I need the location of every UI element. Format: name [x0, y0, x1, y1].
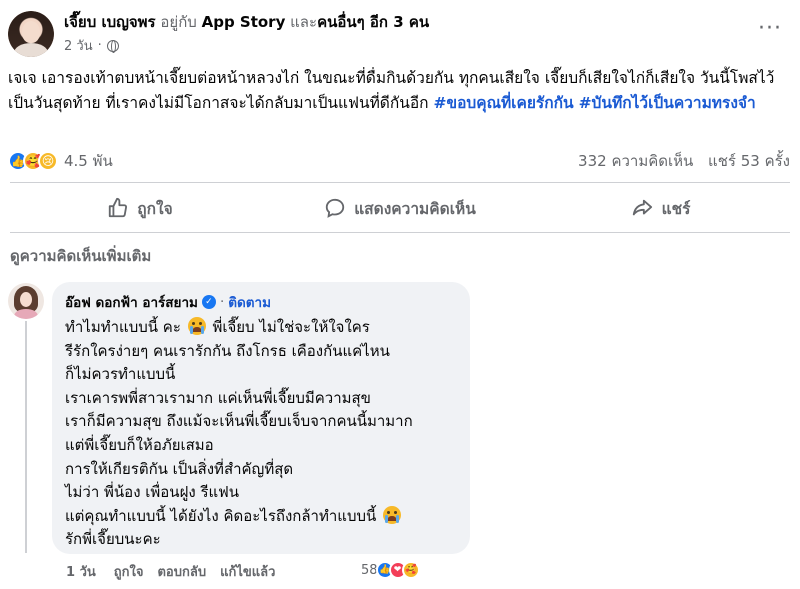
- comment-line: รีรักใครง่ายๆ คนเรารักกัน ถึงโกรธ เคืองก…: [65, 341, 390, 360]
- edited-label[interactable]: แก้ไขแล้ว: [220, 561, 275, 582]
- post-time[interactable]: 2 วัน: [64, 35, 93, 56]
- post-header: เจี๊ยบ เบญจพร อยู่กับ App Story และคนอื่…: [8, 6, 429, 62]
- engagement-stats: 332 ความคิดเห็น แชร์ 53 ครั้ง: [578, 149, 790, 173]
- comment-header: อ๊อฟ ดอกฟ้า อาร์สยาม ✓ · ติดตาม: [65, 291, 457, 313]
- reactions-summary: 👍 🥰 😢 4.5 พัน 332 ความคิดเห็น แชร์ 53 คร…: [8, 146, 790, 176]
- comment-line: การให้เกียรติกัน เป็นสิ่งที่สำคัญที่สุด: [65, 459, 294, 478]
- crying-face-icon: [187, 317, 206, 335]
- share-arrow-icon: [632, 199, 652, 216]
- like-label: ถูกใจ: [137, 199, 173, 218]
- share-label: แชร์: [661, 199, 691, 218]
- post-body: เจเจ เอารองเท้าตบหน้าเจี๊ยบต่อหน้าหลวงไก…: [8, 66, 792, 116]
- comment-like-button[interactable]: ถูกใจ: [114, 561, 144, 582]
- verified-badge-icon: ✓: [201, 295, 216, 309]
- comment-line-text: พี่เจี๊ยบ ไม่ใช่จะให้ใจใคร: [212, 318, 370, 336]
- comment-line-text: แต่คุณทำแบบนี้ ได้ยังไง คิดอะไรถึงกล้าทำ…: [65, 506, 377, 525]
- divider: [10, 232, 790, 233]
- comment-line: แต่คุณทำแบบนี้ ได้ยังไง คิดอะไรถึงกล้าทำ…: [65, 505, 457, 529]
- meta-separator: ·: [97, 38, 102, 53]
- commenter-name[interactable]: อ๊อฟ ดอกฟ้า อาร์สยาม: [65, 291, 198, 313]
- comment-bubble: อ๊อฟ ดอกฟ้า อาร์สยาม ✓ · ติดตาม ทำไมทำแบ…: [52, 282, 470, 554]
- crying-face-icon: [383, 505, 402, 524]
- header-separator: ·: [219, 294, 225, 310]
- care-reaction-icon: 🥰: [401, 561, 420, 579]
- comment-line: แต่พี่เจี๊ยบก็ให้อภัยเสมอ: [65, 435, 214, 454]
- comment-count[interactable]: 332 ความคิดเห็น: [578, 152, 693, 170]
- comment-line: ไม่ว่า พี่น้อง เพื่อนฝูง รีแฟน: [65, 483, 240, 502]
- author-name[interactable]: เจี๊ยบ เบญจพร: [64, 13, 156, 31]
- thread-line: [25, 321, 27, 553]
- with-prefix: อยู่กับ: [160, 13, 197, 31]
- hashtag-link[interactable]: #ขอบคุณที่เคยรักกัน: [433, 94, 573, 112]
- tagged-page[interactable]: App Story: [202, 13, 286, 31]
- view-more-comments-link[interactable]: ดูความคิดเห็นเพิ่มเติม: [10, 244, 151, 268]
- reaction-count[interactable]: 4.5 พัน: [64, 149, 113, 173]
- comment-line-text: ทำไมทำแบบนี้ คะ: [65, 318, 181, 336]
- comment-actions: 1 วัน ถูกใจ ตอบกลับ แก้ไขแล้ว: [66, 561, 289, 582]
- share-button[interactable]: แชร์: [530, 187, 790, 229]
- comment-reply-button[interactable]: ตอบกลับ: [157, 561, 206, 582]
- thumbs-up-icon: [109, 197, 128, 218]
- comment-reactions[interactable]: 58 👍 ❤ 🥰: [361, 561, 420, 579]
- sad-reaction-icon: 😢: [38, 151, 58, 171]
- comment-line: ทำไมทำแบบนี้ คะ พี่เจี๊ยบ ไม่ใช่จะให้ใจใ…: [65, 316, 457, 340]
- post-action-bar: ถูกใจ แสดงความคิดเห็น แชร์: [10, 187, 790, 229]
- comment-line: เราก็มีความสุข ถึงแม้จะเห็นพี่เจี๊ยบเจ็บ…: [65, 412, 413, 431]
- public-globe-icon[interactable]: [106, 39, 119, 53]
- post-title-line: เจี๊ยบ เบญจพร อยู่กับ App Story และคนอื่…: [64, 12, 429, 32]
- author-avatar[interactable]: [8, 11, 54, 57]
- reaction-icons[interactable]: 👍 🥰 😢 4.5 พัน: [8, 149, 113, 173]
- more-options-icon[interactable]: ···: [758, 18, 782, 40]
- post-meta: 2 วัน ·: [64, 35, 429, 56]
- comment-bubble-icon: [326, 198, 345, 218]
- comment-line: เราเคารพพี่สาวเรามาก แค่เห็นพี่เจี๊ยบมีค…: [65, 388, 371, 407]
- commenter-avatar[interactable]: [8, 283, 44, 319]
- comment-line: ก็ไม่ควรทำแบบนี้: [65, 365, 176, 384]
- like-button[interactable]: ถูกใจ: [10, 187, 270, 229]
- comment-line: รักพี่เจี๊ยบนะคะ: [65, 530, 161, 549]
- share-count[interactable]: แชร์ 53 ครั้ง: [708, 152, 790, 170]
- comment-text: ทำไมทำแบบนี้ คะ พี่เจี๊ยบ ไม่ใช่จะให้ใจใ…: [65, 316, 457, 552]
- post-header-text: เจี๊ยบ เบญจพร อยู่กับ App Story และคนอื่…: [64, 12, 429, 56]
- comment-button[interactable]: แสดงความคิดเห็น: [270, 187, 530, 229]
- hashtag-link[interactable]: #บันทึกไว้เป็นความทรงจำ: [579, 94, 756, 112]
- comment-label: แสดงความคิดเห็น: [354, 199, 476, 218]
- divider: [10, 182, 790, 183]
- tagged-others[interactable]: คนอื่นๆ อีก 3 คน: [317, 13, 429, 31]
- and-text: และ: [290, 13, 318, 31]
- follow-button[interactable]: ติดตาม: [228, 291, 271, 313]
- comment-time[interactable]: 1 วัน: [66, 561, 96, 582]
